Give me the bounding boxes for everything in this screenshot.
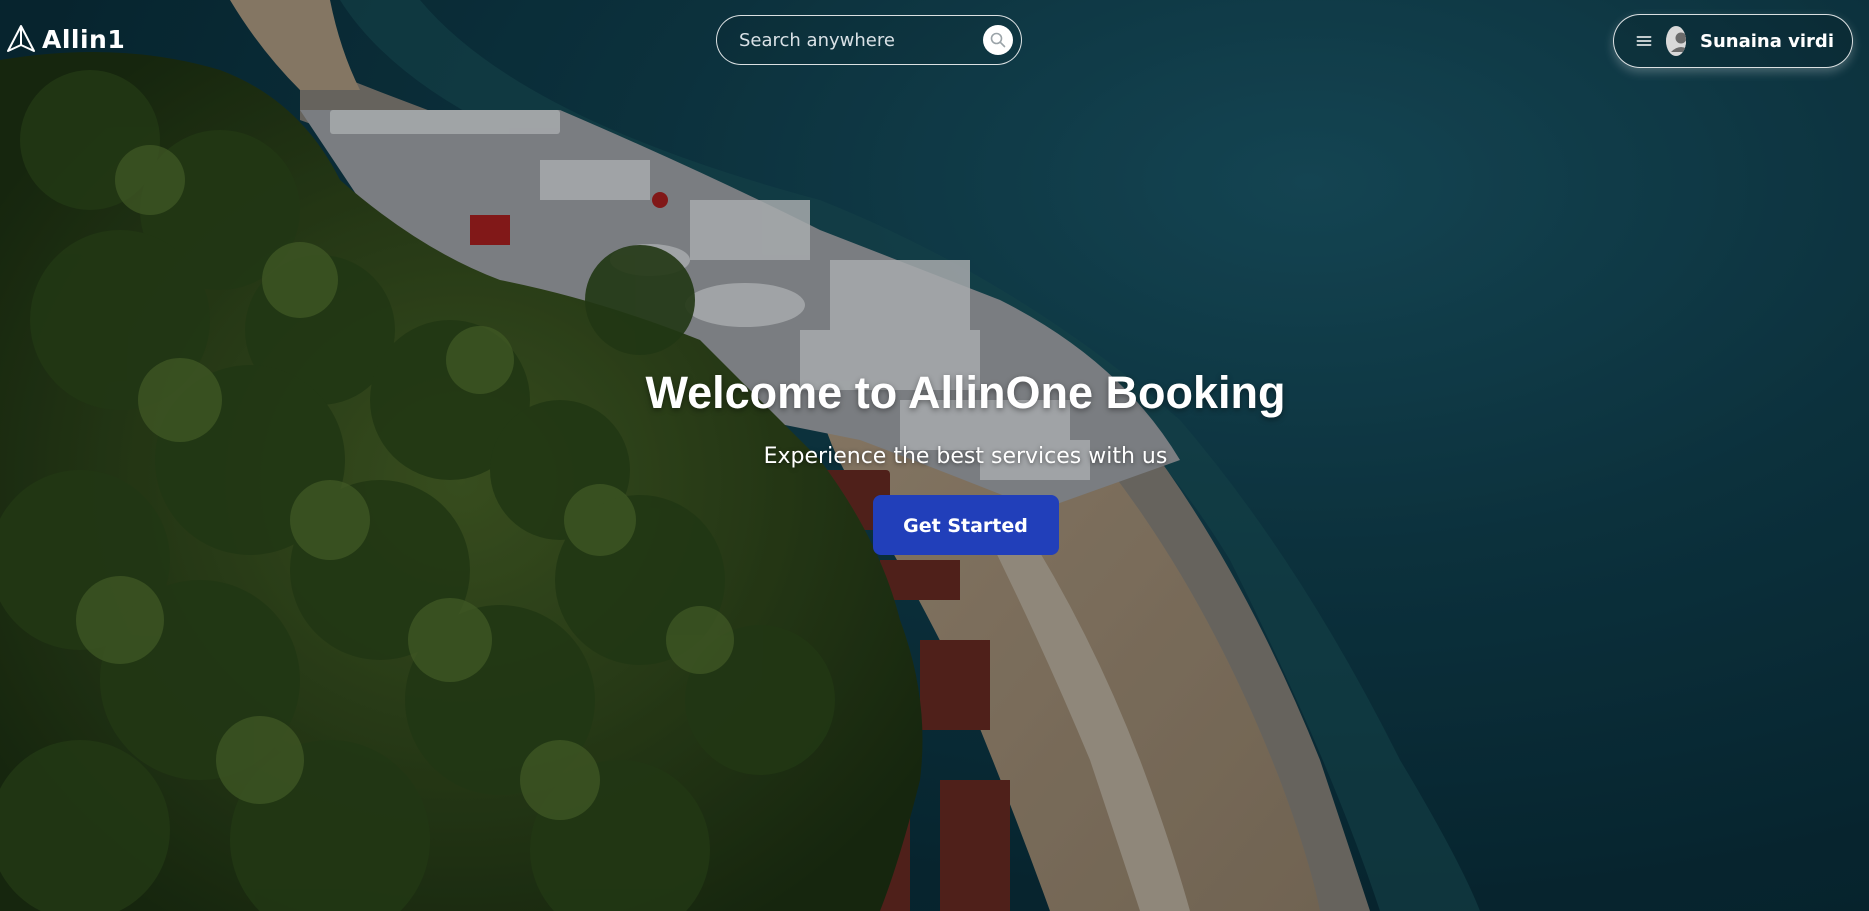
triangle-logo-icon bbox=[7, 25, 35, 52]
search-icon bbox=[990, 32, 1006, 48]
hamburger-menu-icon bbox=[1636, 36, 1652, 46]
user-avatar-icon bbox=[1666, 26, 1687, 56]
hero-title: Welcome to AllinOne Booking bbox=[645, 367, 1286, 418]
user-menu-button[interactable]: Sunaina virdi bbox=[1613, 14, 1853, 68]
user-name: Sunaina virdi bbox=[1700, 30, 1834, 52]
hero-subtitle: Experience the best services with us bbox=[763, 444, 1168, 469]
hero-content: Welcome to AllinOne Booking Experience t… bbox=[0, 360, 1869, 555]
get-started-button[interactable]: Get Started bbox=[872, 495, 1059, 555]
search-bar[interactable] bbox=[716, 15, 1022, 65]
search-button[interactable] bbox=[983, 25, 1013, 55]
brand-logo[interactable]: Allin1 bbox=[6, 24, 125, 54]
search-input[interactable] bbox=[737, 28, 983, 52]
hero-section: Allin1 Search anywhere Sunaina virdi Wel… bbox=[0, 0, 1869, 911]
top-navbar: Allin1 Search anywhere Sunaina virdi bbox=[0, 0, 1869, 84]
brand-name: Allin1 bbox=[42, 24, 126, 54]
